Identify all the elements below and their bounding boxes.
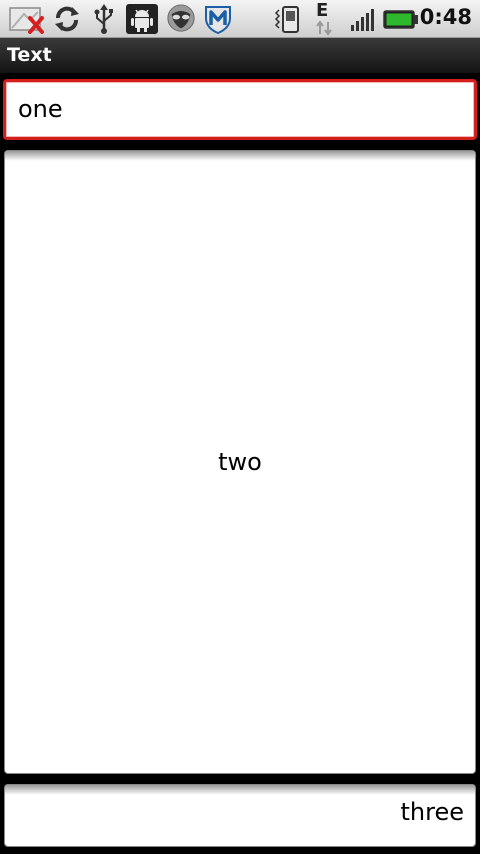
phone-vibrate-icon [274,6,299,33]
sync-icon [55,6,79,32]
text-field-two[interactable]: two [4,150,476,774]
usb-icon [94,4,113,34]
signal-bars-icon [351,9,374,31]
text-field-two-value: two [218,448,262,476]
network-type-label: E [316,0,329,21]
text-field-two-shade [5,151,475,161]
missed-notification-icon [9,7,44,34]
text-field-three-value: three [400,798,465,826]
text-field-three[interactable]: three [4,784,476,847]
mcafee-shield-icon [205,6,231,34]
android-debug-icon [126,4,158,34]
app-title: Text [7,44,52,66]
status-time: 0:48 [419,5,472,29]
text-field-one-value: one [18,95,63,123]
battery-icon [383,10,418,29]
title-bar: Text [0,38,480,75]
text-field-one[interactable]: one [3,79,477,140]
text-field-three-shade [5,785,475,795]
data-arrows-icon [316,20,332,36]
alien-app-icon [167,4,195,32]
status-bar: E 0:48 [0,0,480,38]
